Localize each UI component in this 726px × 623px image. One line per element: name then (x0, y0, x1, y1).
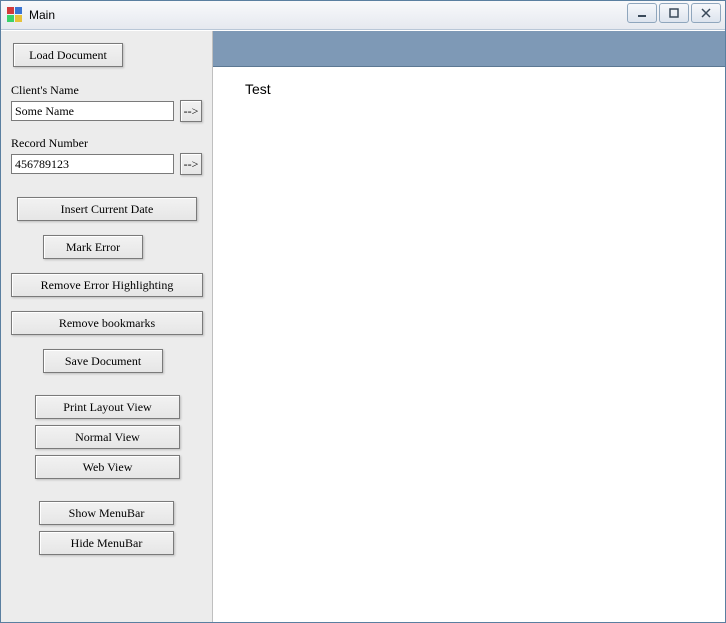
maximize-icon (668, 7, 680, 19)
insert-current-date-button[interactable]: Insert Current Date (17, 197, 197, 221)
print-layout-view-button[interactable]: Print Layout View (35, 395, 180, 419)
side-panel: Load Document Client's Name --> Record N… (1, 31, 213, 622)
record-number-apply-button[interactable]: --> (180, 153, 202, 175)
close-icon (700, 7, 712, 19)
mark-error-button[interactable]: Mark Error (43, 235, 143, 259)
app-icon (7, 7, 23, 23)
main-window: Main Load Document Client's Name --> Rec (0, 0, 726, 623)
normal-view-button[interactable]: Normal View (35, 425, 180, 449)
minimize-button[interactable] (627, 3, 657, 23)
client-name-input[interactable] (11, 101, 174, 121)
remove-error-highlighting-button[interactable]: Remove Error Highlighting (11, 273, 203, 297)
document-area: Test (213, 31, 725, 622)
show-menubar-button[interactable]: Show MenuBar (39, 501, 174, 525)
document-ruler-bar (213, 31, 725, 67)
title-bar: Main (1, 1, 725, 30)
load-document-button[interactable]: Load Document (13, 43, 123, 67)
window-controls (627, 3, 721, 23)
document-page[interactable]: Test (213, 67, 725, 622)
record-number-label: Record Number (11, 136, 202, 151)
client-area: Load Document Client's Name --> Record N… (1, 30, 725, 622)
maximize-button[interactable] (659, 3, 689, 23)
client-name-label: Client's Name (11, 83, 202, 98)
minimize-icon (636, 7, 648, 19)
document-body-text: Test (245, 81, 271, 97)
save-document-button[interactable]: Save Document (43, 349, 163, 373)
hide-menubar-button[interactable]: Hide MenuBar (39, 531, 174, 555)
record-number-input[interactable] (11, 154, 174, 174)
web-view-button[interactable]: Web View (35, 455, 180, 479)
window-title: Main (29, 8, 55, 22)
close-button[interactable] (691, 3, 721, 23)
remove-bookmarks-button[interactable]: Remove bookmarks (11, 311, 203, 335)
client-name-apply-button[interactable]: --> (180, 100, 202, 122)
